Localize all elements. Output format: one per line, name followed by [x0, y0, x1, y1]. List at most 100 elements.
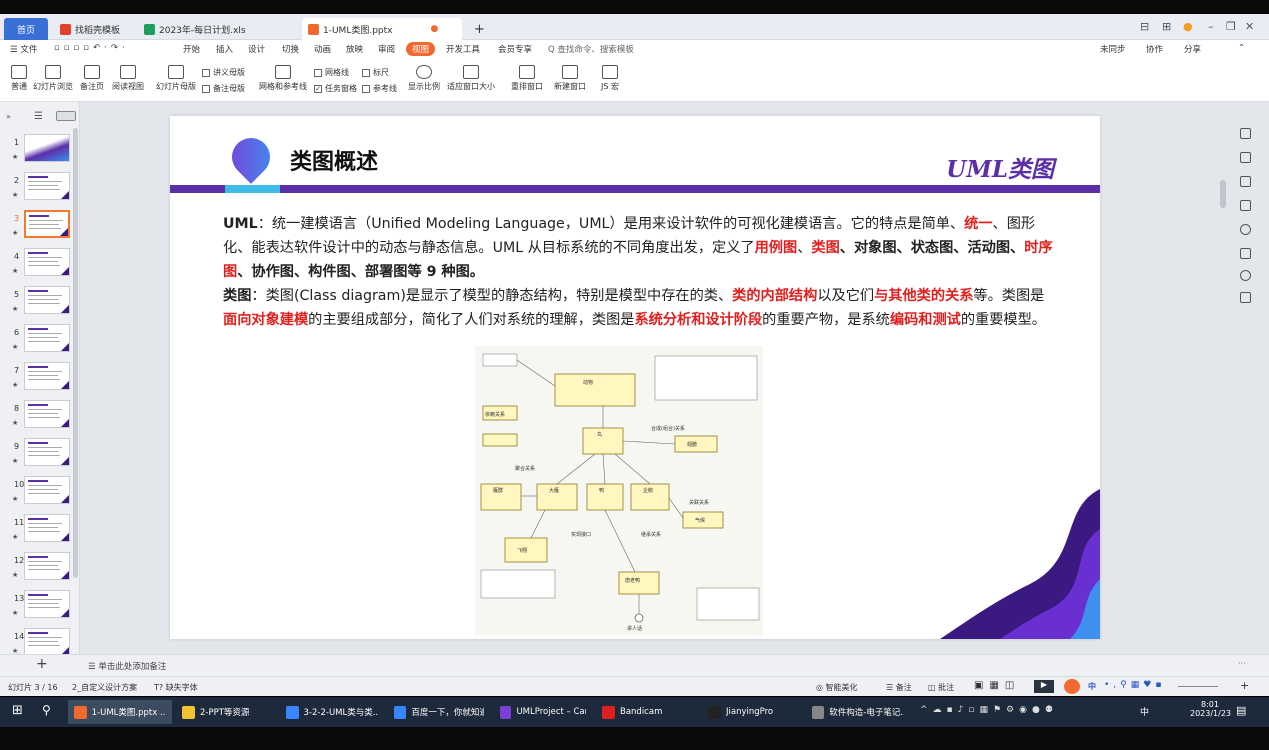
thumbnail-image[interactable]	[24, 172, 70, 200]
menu-member[interactable]: 会员专享	[498, 43, 532, 55]
star-icon[interactable]	[1240, 176, 1251, 187]
ruler-checkbox[interactable]: 标尺	[362, 67, 389, 78]
menu-insert[interactable]: 插入	[216, 43, 233, 55]
ime-indicator[interactable]: 中	[1140, 705, 1149, 718]
view-switch-icons[interactable]: ▣▦◫	[974, 680, 1020, 691]
menu-review[interactable]: 审阅	[378, 43, 395, 55]
uml-class-diagram-image[interactable]: 动物 鸟 翅膀 大雁 鸭 企鹅 雁群 气候 飞翔 唐老鸭 讲人话 依赖关系 合成…	[475, 346, 763, 636]
uml-badge[interactable]: UML类图	[946, 150, 1054, 184]
taskbar-app[interactable]: 2-PPT等资源	[176, 700, 276, 724]
slide-canvas[interactable]: 类图概述 UML类图 UML：统一建模语言（Unified Modeling L…	[170, 116, 1100, 639]
arrange-window-button[interactable]: 重排窗口	[506, 65, 548, 92]
taskbar-app[interactable]: 1-UML类图.pptx ...	[68, 700, 172, 724]
view-notes-button[interactable]: 备注页	[76, 65, 108, 92]
thumbnail-image[interactable]	[24, 362, 70, 390]
play-slideshow-icon[interactable]: ▶	[1034, 680, 1054, 693]
thumbnail-image[interactable]	[24, 552, 70, 580]
taskbar-app[interactable]: Bandicam	[596, 700, 696, 724]
menu-start[interactable]: 开始	[183, 43, 200, 55]
taskbar-app[interactable]: 软件构造-电子笔记...	[806, 700, 910, 724]
zoom-in-icon[interactable]: +	[1240, 679, 1249, 692]
handout-master-button[interactable]: 讲义母版	[202, 67, 245, 78]
ime-toolbar-icons[interactable]: •‚⚲▦♥▪	[1104, 680, 1165, 690]
view-reading-button[interactable]: 阅读视图	[108, 65, 148, 92]
restore-icon[interactable]: ❐	[1226, 20, 1236, 33]
collaborate-button[interactable]: 协作	[1146, 43, 1163, 55]
smart-beautify-button[interactable]: ◎ 智能美化	[816, 682, 858, 693]
menu-design[interactable]: 设计	[248, 43, 265, 55]
slide-thumbnail[interactable]: 1 ★	[0, 132, 80, 168]
thumbnail-image[interactable]	[24, 324, 70, 352]
clock[interactable]: 8:01 2023/1/23	[1190, 700, 1231, 718]
sync-status[interactable]: 未同步	[1100, 43, 1126, 55]
zoom-slider[interactable]	[1178, 686, 1218, 687]
slide-thumbnail[interactable]: 8 ★	[0, 398, 80, 434]
share-button[interactable]: 分享	[1184, 43, 1201, 55]
thumbnail-image[interactable]	[24, 248, 70, 276]
thumbnail-image[interactable]	[24, 400, 70, 428]
menu-view[interactable]: 视图	[406, 42, 436, 56]
grid-guides-button[interactable]: 网格和参考线	[258, 65, 308, 92]
quick-access-icons[interactable]: ▫▫▫▫↶·↷·	[54, 43, 129, 53]
guides-checkbox[interactable]: 参考线	[362, 83, 397, 94]
image-icon[interactable]	[1240, 248, 1251, 259]
search-icon[interactable]: ⚲	[42, 703, 51, 717]
tab-xls[interactable]: 2023年-每日计划.xls	[138, 18, 298, 40]
more-icon[interactable]: ···	[1238, 659, 1246, 668]
grid-icon[interactable]: ⊞	[1162, 20, 1171, 33]
taskpane-checkbox[interactable]: ✓ 任务窗格	[314, 83, 357, 94]
command-search[interactable]: Q 查找命令、搜索模板	[548, 43, 634, 55]
missing-font[interactable]: T? 缺失字体	[154, 682, 198, 693]
slide-thumbnail[interactable]: 6 ★	[0, 322, 80, 358]
taskbar-app[interactable]: UMLProject – Car...	[494, 700, 592, 724]
comments-toggle[interactable]: ◫ 批注	[928, 682, 954, 693]
taskbar-app[interactable]: 百度一下，你就知道	[388, 700, 490, 724]
menu-slideshow[interactable]: 放映	[346, 43, 363, 55]
theme-name[interactable]: 2_自定义设计方案	[72, 682, 137, 693]
slide-title[interactable]: 类图概述	[290, 144, 378, 176]
thumbnail-image[interactable]	[24, 628, 70, 656]
thumbnail-view-icon[interactable]	[56, 111, 76, 121]
gridlines-checkbox[interactable]: 网格线	[314, 67, 349, 78]
copy-icon[interactable]	[1240, 200, 1251, 211]
slide-thumbnail[interactable]: 3 ★	[0, 208, 80, 244]
fit-window-button[interactable]: 适应窗口大小	[446, 65, 496, 92]
thumbnail-image[interactable]	[24, 476, 70, 504]
thumbnail-image[interactable]	[24, 514, 70, 542]
thumbnail-image[interactable]	[24, 438, 70, 466]
taskbar-app[interactable]: JianyingPro	[702, 700, 802, 724]
menu-developer[interactable]: 开发工具	[446, 43, 480, 55]
notes-toggle[interactable]: ☰ 备注	[886, 682, 912, 693]
slide-thumbnail[interactable]: 4 ★	[0, 246, 80, 282]
avatar[interactable]: ●	[1183, 20, 1193, 33]
zoom-button[interactable]: 显示比例	[406, 65, 442, 92]
add-slide-icon[interactable]: +	[36, 656, 48, 672]
layout-icon[interactable]: ⊟	[1140, 20, 1149, 33]
tab-pptx[interactable]: 1-UML类图.pptx ●	[302, 18, 462, 40]
new-window-button[interactable]: 新建窗口	[552, 65, 588, 92]
slide-thumbnail[interactable]: 2 ★	[0, 170, 80, 206]
layout-panel-icon[interactable]	[1240, 292, 1251, 303]
notification-icon[interactable]: ▤	[1236, 704, 1246, 717]
tab-template[interactable]: 找稻壳模板	[54, 18, 138, 40]
slide-text-body[interactable]: UML：统一建模语言（Unified Modeling Language，UML…	[223, 212, 1053, 332]
minimize-icon[interactable]: –	[1208, 20, 1214, 33]
thumbnail-image[interactable]	[24, 134, 70, 162]
system-tray-icons[interactable]: ^☁▪♪▫▦⚑⚙◉●⚉	[920, 705, 1058, 715]
view-normal-button[interactable]: 普通	[6, 65, 32, 92]
slide-thumbnail[interactable]: 10 ★	[0, 474, 80, 510]
collapse-ribbon-icon[interactable]: ⌃	[1238, 43, 1245, 53]
slide-scrollbar[interactable]	[1220, 180, 1226, 208]
taskbar-app[interactable]: 3-2-2-UML类与类...	[280, 700, 384, 724]
thumbnail-image[interactable]	[24, 286, 70, 314]
notes-placeholder[interactable]: ☰ 单击此处添加备注	[88, 660, 166, 672]
windows-start-icon[interactable]: ⊞	[12, 703, 23, 718]
collapse-pane-icon[interactable]: »	[6, 112, 11, 121]
shape-icon[interactable]	[1240, 128, 1251, 139]
outline-view-icon[interactable]: ☰	[34, 111, 43, 122]
ime-logo-icon[interactable]	[1064, 679, 1080, 694]
slide-thumbnail[interactable]: 11 ★	[0, 512, 80, 548]
slide-thumbnail[interactable]: 5 ★	[0, 284, 80, 320]
help-icon[interactable]	[1240, 224, 1251, 235]
location-icon[interactable]	[1240, 270, 1251, 281]
